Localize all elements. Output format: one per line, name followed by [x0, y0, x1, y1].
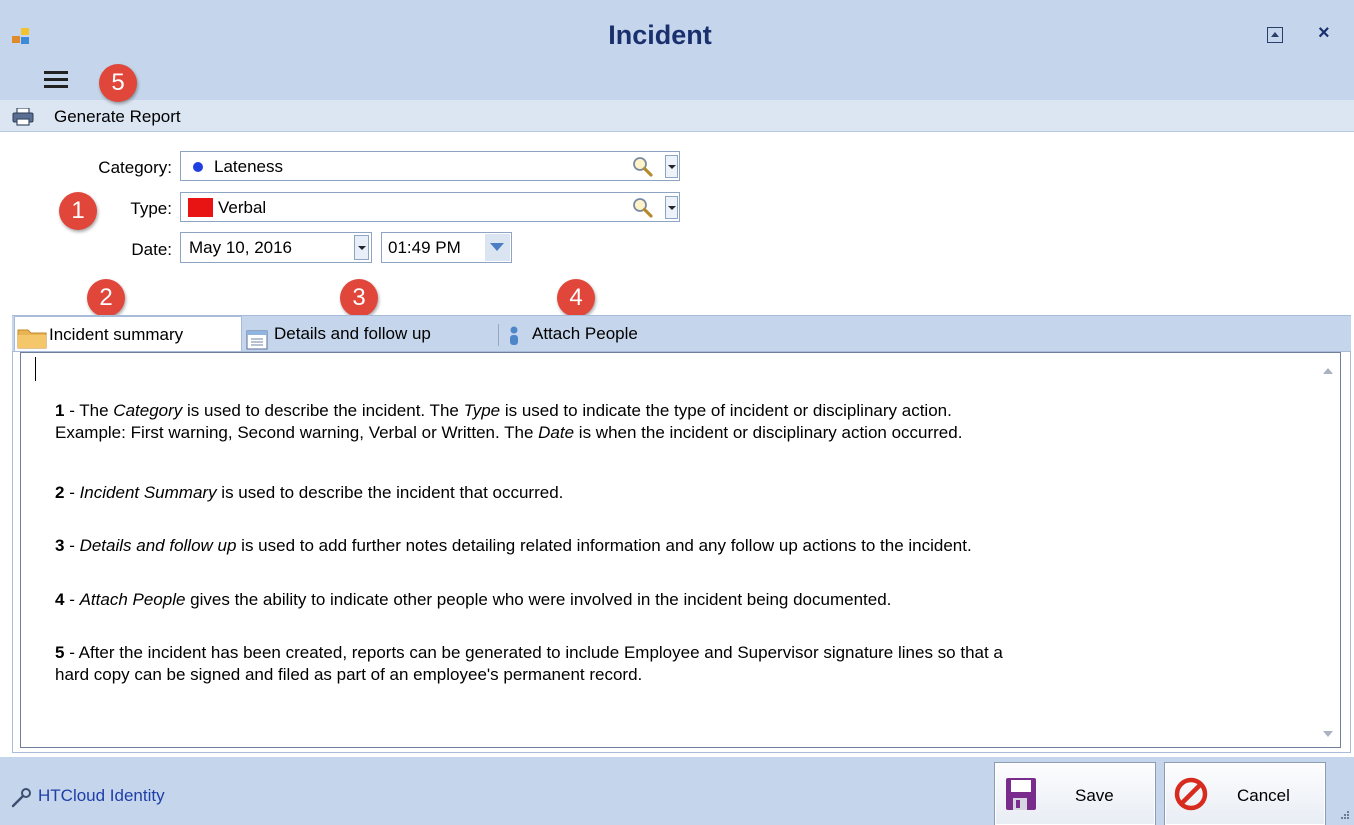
para-text: - [64, 536, 80, 555]
type-combo[interactable]: Verbal [180, 192, 680, 222]
para-text: is used to indicate the type of incident… [500, 401, 952, 420]
scroll-down-arrow-icon[interactable] [1323, 731, 1333, 737]
type-label: Type: [130, 199, 172, 218]
callout-badge-5: 5 [99, 64, 137, 102]
text-caret [35, 357, 36, 381]
tab-label: Attach People [532, 324, 638, 343]
date-label: Date: [131, 240, 172, 259]
time-value: 01:49 PM [388, 238, 461, 257]
para-emphasis: Attach People [79, 590, 186, 609]
para-emphasis: Category [113, 401, 183, 420]
para-text: gives the ability to indicate other peop… [185, 590, 892, 609]
tab-separator [498, 324, 499, 346]
title-bar: Incident × [0, 0, 1354, 60]
para-text: is when the incident or disciplinary act… [574, 423, 963, 442]
key-icon [11, 788, 31, 808]
category-dropdown-button[interactable] [665, 155, 678, 178]
document-icon [246, 330, 268, 350]
para-emphasis: Type [463, 401, 501, 420]
para-text: - [64, 483, 80, 502]
date-picker-button[interactable] [354, 235, 369, 260]
callout-badge-4: 4 [557, 279, 595, 317]
generate-report-button[interactable]: Generate Report [54, 107, 181, 127]
date-value: May 10, 2016 [189, 238, 293, 257]
para-text: Example: First warning, Second warning, … [55, 423, 539, 442]
para-emphasis: Details and follow up [79, 536, 237, 555]
toolbar: Generate Report [0, 100, 1354, 132]
para-text: hard copy can be signed and filed as par… [55, 665, 643, 684]
type-color-swatch [188, 198, 213, 217]
callout-badge-2: 2 [87, 279, 125, 317]
category-combo[interactable]: Lateness [180, 151, 680, 181]
printer-icon [12, 108, 34, 126]
scroll-up-arrow-icon[interactable] [1323, 368, 1333, 374]
cancel-button[interactable]: Cancel [1164, 762, 1326, 825]
category-value: Lateness [214, 157, 283, 176]
close-window-button[interactable]: × [1318, 22, 1330, 45]
paragraph-1: 1 - The Category is used to describe the… [55, 400, 962, 444]
resize-grip-icon[interactable] [1340, 810, 1350, 820]
para-text: - After the incident has been created, r… [64, 643, 1003, 662]
para-text: is used to add further notes detailing r… [236, 536, 972, 555]
tab-incident-summary[interactable]: Incident summary [14, 316, 242, 353]
tab-label: Incident summary [49, 325, 184, 344]
floppy-disk-icon [1006, 778, 1036, 810]
restore-window-button[interactable] [1267, 27, 1283, 43]
window-title: Incident [608, 20, 712, 50]
para-emphasis: Date [538, 423, 575, 442]
tab-attach-people[interactable]: Attach People [524, 316, 694, 352]
tab-details-and-follow-up[interactable]: Details and follow up [270, 316, 498, 352]
para-emphasis: Incident Summary [79, 483, 217, 502]
person-icon [510, 326, 518, 345]
menu-bar [0, 60, 1354, 100]
para-text: - The [64, 401, 114, 420]
time-dropdown-button[interactable] [485, 234, 510, 261]
paragraph-3: 3 - Details and follow up is used to add… [55, 535, 972, 557]
para-text: is used to describe the incident. The [182, 401, 464, 420]
footer-bar: HTCloud Identity Save Cancel [0, 757, 1354, 825]
para-text: is used to describe the incident that oc… [216, 483, 564, 502]
paragraph-2: 2 - Incident Summary is used to describe… [55, 482, 563, 504]
tab-label: Details and follow up [274, 324, 431, 343]
folder-icon [17, 329, 47, 349]
date-field[interactable]: May 10, 2016 [180, 232, 372, 263]
cancel-icon [1174, 777, 1208, 811]
type-dropdown-button[interactable] [665, 196, 678, 219]
search-icon[interactable] [632, 197, 654, 219]
type-value: Verbal [218, 198, 267, 217]
tab-strip: Incident summary Details and follow up A… [12, 315, 1351, 353]
save-label: Save [1075, 786, 1114, 805]
paragraph-4: 4 - Attach People gives the ability to i… [55, 589, 891, 611]
para-text: - [64, 590, 80, 609]
cancel-label: Cancel [1237, 786, 1290, 805]
paragraph-5: 5 - After the incident has been created,… [55, 642, 1003, 686]
category-color-dot [193, 162, 203, 172]
htcloud-identity-link[interactable]: HTCloud Identity [38, 786, 165, 806]
save-button[interactable]: Save [994, 762, 1156, 825]
callout-badge-3: 3 [340, 279, 378, 317]
search-icon[interactable] [632, 156, 654, 178]
category-label: Category: [98, 158, 172, 177]
hamburger-menu-icon[interactable] [44, 71, 68, 89]
